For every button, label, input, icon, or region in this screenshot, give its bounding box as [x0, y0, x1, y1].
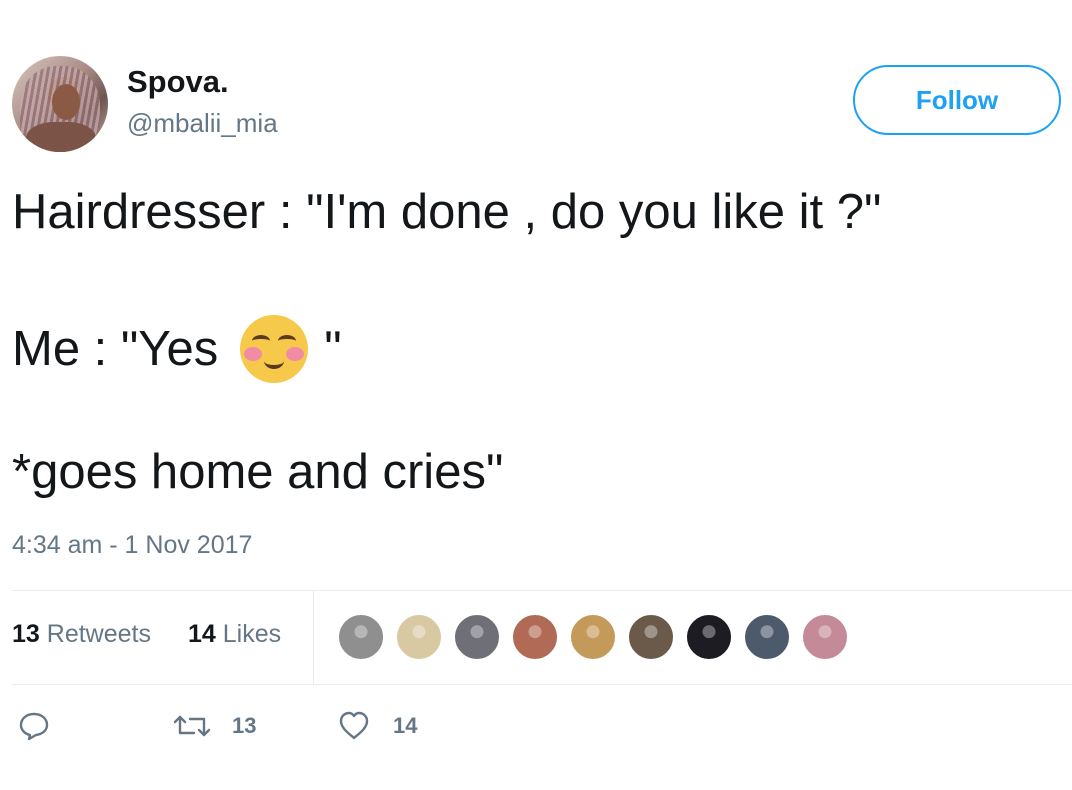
liker-avatar[interactable] [627, 613, 675, 661]
retweet-count: 13 [232, 713, 257, 738]
liker-avatar[interactable] [743, 613, 791, 661]
avatar-face [52, 84, 80, 120]
tweet-text-line-3: *goes home and cries" [12, 445, 504, 499]
reply-icon [19, 712, 49, 741]
liker-avatar[interactable] [685, 613, 733, 661]
like-button[interactable]: 14 [337, 710, 417, 742]
liker-avatar[interactable] [569, 613, 617, 661]
retweets-label: Retweets [46, 620, 151, 648]
retweet-button[interactable]: 13 [172, 710, 256, 742]
heart-icon [339, 711, 369, 740]
avatar[interactable] [12, 56, 108, 152]
follow-button[interactable]: Follow [853, 65, 1061, 135]
user-handle[interactable]: @mbalii_mia [127, 108, 278, 139]
retweets-count: 13 [12, 620, 40, 648]
divider-bottom [12, 684, 1072, 685]
likes-count: 14 [188, 620, 216, 648]
avatar-shoulder [26, 122, 96, 152]
likes-label: Likes [222, 620, 282, 648]
tweet-text-line-2-end: " [324, 322, 342, 376]
stats-divider [313, 590, 314, 684]
tweet-text-line-2: Me : "Yes " [12, 315, 342, 383]
tweet-actions: 13 14 [0, 710, 1072, 750]
liker-avatar[interactable] [395, 613, 443, 661]
tweet-text-line-2-start: Me : "Yes [12, 322, 219, 376]
retweet-icon [173, 715, 211, 737]
like-count: 14 [393, 713, 418, 738]
retweets-stat[interactable]: 13 Retweets [12, 620, 151, 649]
likers-avatars [337, 613, 859, 661]
divider-top [12, 590, 1072, 591]
liker-avatar[interactable] [801, 613, 849, 661]
reply-button[interactable] [18, 710, 50, 742]
liker-avatar[interactable] [337, 613, 385, 661]
liker-avatar[interactable] [511, 613, 559, 661]
liker-avatar[interactable] [453, 613, 501, 661]
tweet-timestamp[interactable]: 4:34 am - 1 Nov 2017 [12, 531, 252, 560]
display-name[interactable]: Spova. [127, 64, 229, 100]
blushing-smile-emoji-icon [240, 315, 309, 383]
likes-stat[interactable]: 14 Likes [188, 620, 281, 649]
tweet-text-line-1: Hairdresser : "I'm done , do you like it… [12, 185, 882, 239]
